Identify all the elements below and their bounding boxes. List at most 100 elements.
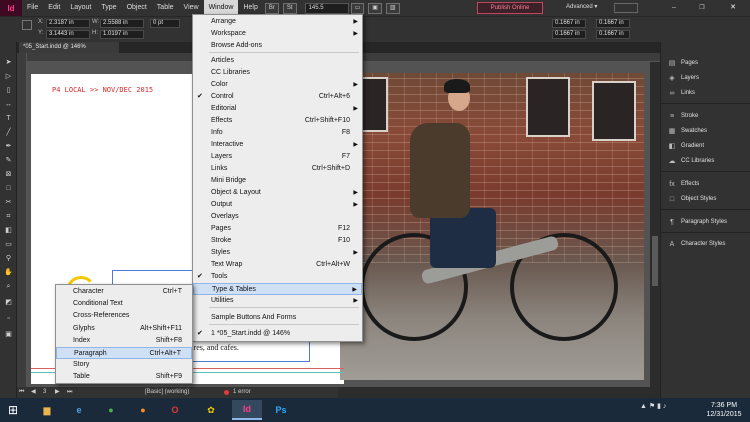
window-menu-item-styles[interactable]: Styles ▶	[193, 247, 362, 259]
window-menu-item-effects[interactable]: Effects Ctrl+Shift+F10	[193, 115, 362, 127]
window-menu-item-text-wrap[interactable]: Text Wrap Ctrl+Alt+W	[193, 259, 362, 271]
page-next-icon[interactable]: ▶	[55, 387, 60, 398]
window-menu-item-object-layout[interactable]: Object & Layout ▶	[193, 187, 362, 199]
workspace-selector[interactable]: Advanced ▾	[566, 3, 597, 10]
view-options-button[interactable]: ▭	[350, 2, 365, 14]
panel-stroke[interactable]: ≡ Stroke	[661, 109, 750, 124]
panel-object-styles[interactable]: □ Object Styles	[661, 192, 750, 207]
vertical-scrollbar-thumb[interactable]	[652, 236, 658, 286]
window-menu-item-layers[interactable]: Layers F7	[193, 151, 362, 163]
window-menu-item-arrange[interactable]: Arrange ▶	[193, 16, 362, 28]
page-tool-icon[interactable]: ▯	[3, 86, 14, 96]
window-menu-item-editorial[interactable]: Editorial ▶	[193, 103, 362, 115]
inset-right-field[interactable]: 0.1667 in	[596, 30, 630, 39]
y-field[interactable]: 3.1443 in	[46, 30, 90, 39]
window-menu-item-stroke[interactable]: Stroke F10	[193, 235, 362, 247]
submenu-item-index[interactable]: Index Shift+F8	[56, 335, 192, 347]
vertical-ruler[interactable]	[17, 53, 27, 387]
gap-tool-icon[interactable]: ↔	[3, 100, 14, 110]
pencil-tool-icon[interactable]: ✎	[3, 156, 14, 166]
indesign-icon[interactable]: Id	[232, 400, 262, 420]
free-transform-tool-icon[interactable]: ⌗	[3, 212, 14, 222]
arrange-documents-button[interactable]: ▥	[385, 2, 400, 14]
panel-layers[interactable]: ◈ Layers	[661, 71, 750, 86]
media-app-icon[interactable]: ✿	[196, 400, 226, 420]
inset-top-field[interactable]: 0.1667 in	[552, 19, 586, 28]
menu-layout[interactable]: Layout	[65, 0, 96, 16]
window-menu-item-utilities[interactable]: Utilities ▶	[193, 295, 362, 307]
window-menu-item-interactive[interactable]: Interactive ▶	[193, 139, 362, 151]
window-menu-item-output[interactable]: Output ▶	[193, 199, 362, 211]
scissors-tool-icon[interactable]: ✂	[3, 198, 14, 208]
menu-object[interactable]: Object	[122, 0, 152, 16]
window-menu-item-control[interactable]: ✔ Control Ctrl+Alt+6	[193, 91, 362, 103]
window-menu-item-pages[interactable]: Pages F12	[193, 223, 362, 235]
zoom-level-field[interactable]: 145.5	[304, 2, 349, 14]
panel-effects[interactable]: fx Effects	[661, 177, 750, 192]
photoshop-icon[interactable]: Ps	[266, 400, 296, 420]
type-tool-icon[interactable]: T	[3, 114, 14, 124]
cyclist-photo[interactable]	[340, 73, 644, 380]
inset-left-field[interactable]: 0.1667 in	[596, 19, 630, 28]
page-last-icon[interactable]: ⏭	[67, 387, 72, 398]
clock-time[interactable]: 7:36 PM	[702, 402, 746, 409]
preflight-profile[interactable]: [Basic] (working)	[145, 387, 189, 398]
note-tool-icon[interactable]: ▭	[3, 240, 14, 250]
panel-cc-libraries[interactable]: ☁ CC Libraries	[661, 154, 750, 169]
submenu-item-cross-references[interactable]: Cross-References	[56, 310, 192, 322]
submenu-item-glyphs[interactable]: Glyphs Alt+Shift+F11	[56, 323, 192, 335]
window-menu-item-sample-buttons-and-forms[interactable]: Sample Buttons And Forms	[193, 312, 362, 324]
window-menu-item-workspace[interactable]: Workspace ▶	[193, 28, 362, 40]
menu-table[interactable]: Table	[152, 0, 179, 16]
bridge-button[interactable]: Br	[264, 2, 279, 14]
stock-button[interactable]: St	[282, 2, 297, 14]
publish-online-button[interactable]: Publish Online	[477, 2, 543, 14]
stroke-weight-field[interactable]: 0 pt	[150, 19, 180, 28]
window-menu-item-browse-add-ons[interactable]: Browse Add-ons	[193, 40, 362, 52]
window-menu-item-links[interactable]: Links Ctrl+Shift+D	[193, 163, 362, 175]
screen-mode-button[interactable]: ▣	[368, 2, 382, 14]
submenu-item-character[interactable]: Character Ctrl+T	[56, 286, 192, 298]
inset-bottom-field[interactable]: 0.1667 in	[552, 30, 586, 39]
window-menu-item-overlays[interactable]: Overlays	[193, 211, 362, 223]
window-menu-item-tools[interactable]: ✔ Tools	[193, 271, 362, 283]
window-menu-item-articles[interactable]: Articles	[193, 55, 362, 67]
panel-links[interactable]: ∞ Links	[661, 86, 750, 101]
vertical-scrollbar[interactable]	[650, 62, 660, 387]
menu-edit[interactable]: Edit	[43, 0, 65, 16]
x-field[interactable]: 2.3187 in	[46, 19, 90, 28]
window-menu-item-mini-bridge[interactable]: Mini Bridge	[193, 175, 362, 187]
submenu-item-paragraph[interactable]: Paragraph Ctrl+Alt+T	[56, 347, 192, 359]
internet-explorer-icon[interactable]: e	[64, 400, 94, 420]
submenu-item-story[interactable]: Story	[56, 359, 192, 371]
opera-icon[interactable]: O	[160, 400, 190, 420]
help-search-input[interactable]	[614, 3, 638, 13]
hand-tool-icon[interactable]: ✋	[3, 268, 14, 278]
panel-swatches[interactable]: ▦ Swatches	[661, 124, 750, 139]
page-number-field[interactable]: 3	[43, 387, 46, 398]
eyedropper-tool-icon[interactable]: ⚲	[3, 254, 14, 264]
window-menu-item-info[interactable]: Info F8	[193, 127, 362, 139]
document-tab[interactable]: *05_Start.indd @ 146%	[19, 42, 119, 53]
close-icon[interactable]: ✕	[716, 0, 750, 16]
h-field[interactable]: 1.0197 in	[100, 30, 144, 39]
pen-tool-icon[interactable]: ✒	[3, 142, 14, 152]
panel-character-styles[interactable]: A Character Styles	[661, 237, 750, 252]
reference-point-icon[interactable]	[22, 20, 32, 30]
firefox-icon[interactable]: ●	[128, 400, 158, 420]
direct-selection-tool-icon[interactable]: ▷	[3, 72, 14, 82]
fill-stroke-swatch-icon[interactable]: ◩	[3, 298, 14, 308]
window-menu-item-1-05-start-indd-146[interactable]: ✔ 1 *05_Start.indd @ 146%	[193, 328, 362, 340]
window-menu-item-type-tables[interactable]: Type & Tables ▶	[193, 283, 362, 295]
submenu-item-conditional-text[interactable]: Conditional Text	[56, 298, 192, 310]
chrome-icon[interactable]: ●	[96, 400, 126, 420]
page-first-icon[interactable]: ⏮	[19, 387, 24, 398]
line-tool-icon[interactable]: ╱	[3, 128, 14, 138]
system-tray[interactable]: ▲ ⚑ ▮ ♪	[640, 402, 666, 410]
panel-pages[interactable]: ▤ Pages	[661, 56, 750, 71]
rectangle-frame-tool-icon[interactable]: ⊠	[3, 170, 14, 180]
panel-gradient[interactable]: ◧ Gradient	[661, 139, 750, 154]
selection-tool-icon[interactable]: ➤	[3, 58, 14, 68]
horizontal-scrollbar[interactable]	[338, 387, 650, 398]
minimize-icon[interactable]: –	[660, 0, 688, 16]
